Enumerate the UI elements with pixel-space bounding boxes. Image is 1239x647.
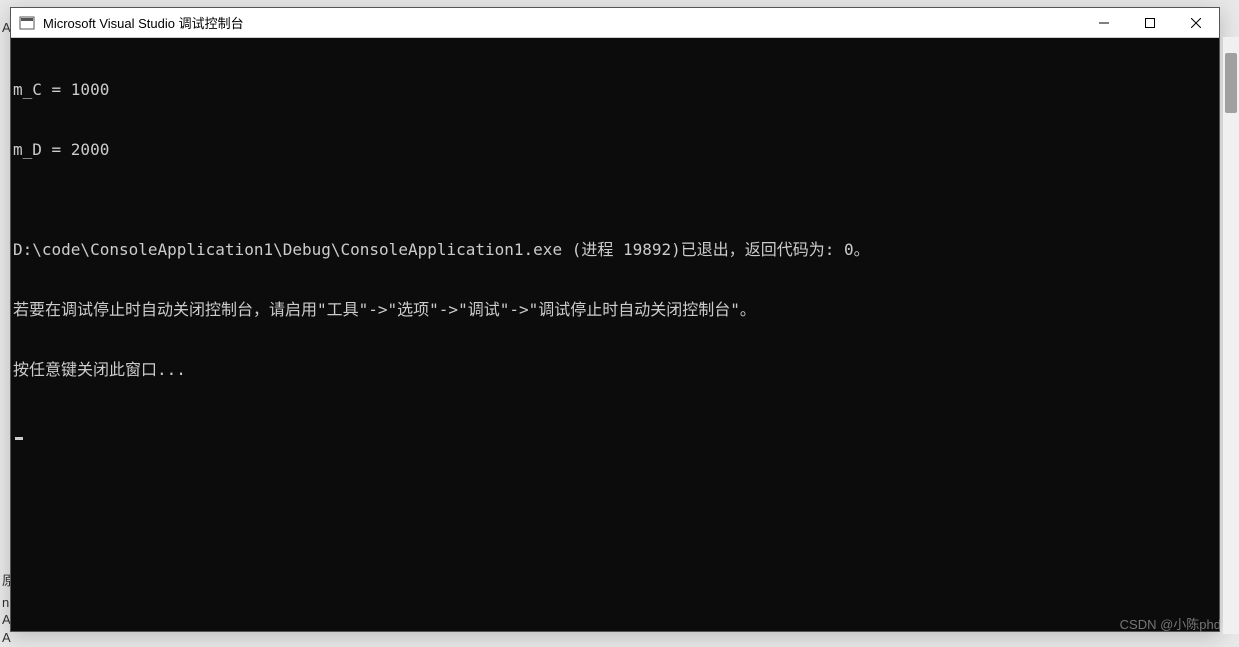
console-line: m_D = 2000 <box>11 140 1219 160</box>
console-window: Microsoft Visual Studio 调试控制台 m_C = <box>10 7 1220 632</box>
scrollbar-thumb[interactable] <box>1225 53 1237 113</box>
text-cursor <box>15 437 23 440</box>
console-line: m_C = 1000 <box>11 80 1219 100</box>
window-title: Microsoft Visual Studio 调试控制台 <box>43 13 244 32</box>
minimize-icon <box>1099 18 1109 28</box>
console-output[interactable]: m_C = 1000 m_D = 2000 D:\code\ConsoleApp… <box>11 38 1219 631</box>
titlebar[interactable]: Microsoft Visual Studio 调试控制台 <box>11 8 1219 38</box>
background-fragment-4: A <box>2 630 11 645</box>
maximize-button[interactable] <box>1127 8 1173 38</box>
vertical-scrollbar[interactable] <box>1223 37 1239 634</box>
watermark: CSDN @小陈phd <box>1120 614 1221 633</box>
console-line: D:\code\ConsoleApplication1\Debug\Consol… <box>11 240 1219 260</box>
console-app-icon <box>19 15 35 31</box>
cursor-line <box>11 420 1219 440</box>
close-icon <box>1191 18 1201 28</box>
background-fragment-2: n <box>2 595 9 610</box>
titlebar-buttons <box>1081 8 1219 37</box>
console-line: 按任意键关闭此窗口... <box>11 360 1219 380</box>
close-button[interactable] <box>1173 8 1219 38</box>
titlebar-left: Microsoft Visual Studio 调试控制台 <box>19 13 244 32</box>
console-line: 若要在调试停止时自动关闭控制台，请启用"工具"->"选项"->"调试"->"调试… <box>11 300 1219 320</box>
minimize-button[interactable] <box>1081 8 1127 38</box>
maximize-icon <box>1145 18 1155 28</box>
